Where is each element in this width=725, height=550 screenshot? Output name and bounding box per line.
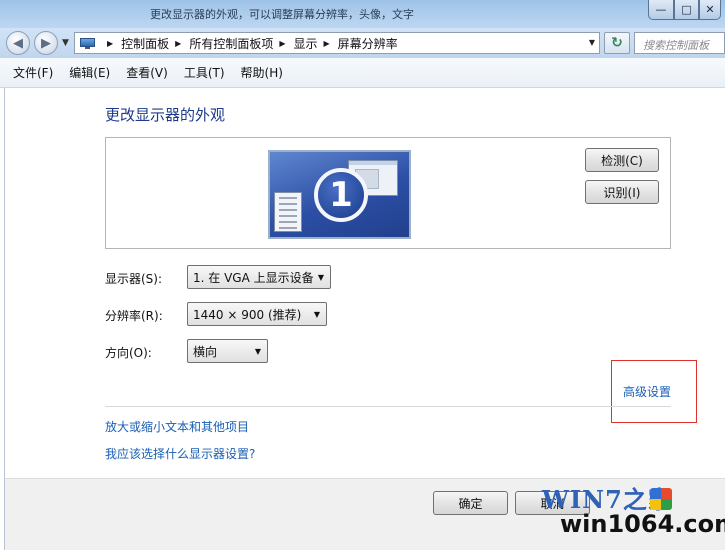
- watermark-brand-bottom: win1064.com: [560, 510, 725, 538]
- forward-button[interactable]: ▶: [34, 31, 58, 55]
- identify-button[interactable]: 识别(I): [585, 180, 659, 204]
- monitor-icon: [80, 37, 95, 49]
- forward-arrow-icon: ▶: [41, 35, 51, 51]
- address-field[interactable]: ▶ 控制面板 ▶ 所有控制面板项 ▶ 显示 ▶ 屏幕分辨率 ▼: [74, 32, 600, 54]
- breadcrumb-control-panel[interactable]: 控制面板: [121, 35, 169, 52]
- monitor-number-badge: 1: [314, 168, 368, 222]
- menu-file[interactable]: 文件(F): [5, 64, 61, 81]
- resolution-label: 分辨率(R):: [105, 309, 163, 323]
- windows-logo-icon: [650, 488, 672, 510]
- back-button[interactable]: ◀: [6, 31, 30, 55]
- maximize-button[interactable]: □: [674, 0, 699, 20]
- breadcrumb-display[interactable]: 显示: [294, 35, 318, 52]
- search-input[interactable]: 搜索控制面板: [634, 32, 725, 54]
- breadcrumb-arrow-icon[interactable]: ▶: [279, 39, 285, 48]
- resolution-select-value: 1440 × 900 (推荐): [193, 307, 302, 322]
- menu-view[interactable]: 查看(V): [118, 64, 176, 81]
- resolution-select[interactable]: 1440 × 900 (推荐) ▼: [187, 302, 327, 326]
- history-dropdown-icon[interactable]: ▼: [62, 38, 69, 48]
- search-placeholder: 搜索控制面板: [643, 39, 709, 52]
- mini-panel: [274, 192, 302, 232]
- display-label: 显示器(S):: [105, 272, 163, 286]
- minimize-button[interactable]: —: [648, 0, 674, 20]
- breadcrumb-all-items[interactable]: 所有控制面板项: [189, 35, 273, 52]
- window-title: 更改显示器的外观，可以调整屏幕分辨率，头像，文字: [150, 8, 414, 21]
- breadcrumb-arrow-icon[interactable]: ▶: [107, 39, 113, 48]
- text-size-link[interactable]: 放大或缩小文本和其他项目: [105, 418, 249, 435]
- chevron-down-icon: ▼: [313, 310, 320, 319]
- window-controls: — □ ✕: [648, 0, 721, 20]
- orientation-label: 方向(O):: [105, 346, 152, 360]
- chevron-down-icon[interactable]: ▼: [589, 38, 595, 47]
- display-preview: 1 检测(C) 识别(I): [105, 137, 671, 249]
- watermark: WIN7之家 win1064.com: [540, 480, 725, 546]
- ok-button[interactable]: 确定: [433, 491, 508, 515]
- display-select-value: 1. 在 VGA 上显示设备: [193, 270, 314, 285]
- refresh-icon: ↻: [611, 35, 623, 51]
- menu-bar: 文件(F) 编辑(E) 查看(V) 工具(T) 帮助(H): [0, 58, 725, 88]
- close-button[interactable]: ✕: [699, 0, 721, 20]
- content-area: 更改显示器的外观 1 检测(C) 识别(I) 显示器(S): 1. 在 VGA …: [4, 88, 725, 478]
- breadcrumb-arrow-icon[interactable]: ▶: [324, 39, 330, 48]
- divider: [105, 406, 671, 407]
- menu-tools[interactable]: 工具(T): [176, 64, 233, 81]
- breadcrumb-arrow-icon[interactable]: ▶: [175, 39, 181, 48]
- advanced-settings-link[interactable]: 高级设置: [623, 383, 671, 400]
- menu-edit[interactable]: 编辑(E): [61, 64, 118, 81]
- page-title: 更改显示器的外观: [105, 106, 226, 124]
- monitor-thumbnail[interactable]: 1: [268, 150, 411, 239]
- orientation-select-value: 横向: [193, 344, 218, 359]
- back-arrow-icon: ◀: [13, 35, 23, 51]
- chevron-down-icon: ▼: [254, 347, 261, 356]
- breadcrumb-resolution[interactable]: 屏幕分辨率: [338, 35, 398, 52]
- detect-button[interactable]: 检测(C): [585, 148, 659, 172]
- orientation-select[interactable]: 横向 ▼: [187, 339, 268, 363]
- display-select[interactable]: 1. 在 VGA 上显示设备 ▼: [187, 265, 331, 289]
- address-bar: ◀ ▶ ▼ ▶ 控制面板 ▶ 所有控制面板项 ▶ 显示 ▶ 屏幕分辨率 ▼ ↻ …: [0, 28, 725, 58]
- display-settings-help-link[interactable]: 我应该选择什么显示器设置?: [105, 445, 255, 462]
- title-bar: 更改显示器的外观，可以调整屏幕分辨率，头像，文字 — □ ✕: [0, 0, 725, 28]
- menu-help[interactable]: 帮助(H): [233, 64, 291, 81]
- refresh-button[interactable]: ↻: [604, 32, 630, 54]
- chevron-down-icon: ▼: [317, 273, 324, 282]
